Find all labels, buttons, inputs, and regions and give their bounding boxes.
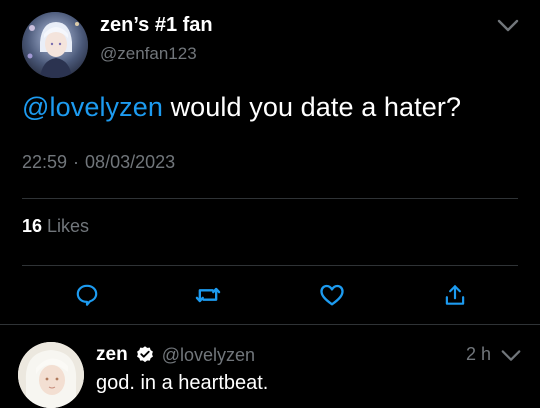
chevron-down-icon[interactable]: [500, 345, 522, 367]
share-icon: [445, 285, 465, 305]
mention-link[interactable]: @lovelyzen: [22, 92, 163, 122]
likes-label: Likes: [47, 216, 90, 236]
main-tweet: zen’s #1 fan @zenfan123 @lovelyzen would…: [0, 0, 540, 324]
comment-icon: [76, 284, 98, 306]
divider: [22, 198, 518, 199]
tweet-body: would you date a hater?: [162, 92, 462, 122]
author-display-name[interactable]: zen’s #1 fan: [100, 14, 213, 37]
meta-separator: ·: [73, 152, 80, 172]
tweet-text: @lovelyzen would you date a hater?: [22, 92, 461, 123]
verified-badge-icon: [136, 346, 153, 363]
divider: [22, 265, 518, 266]
reply-handle[interactable]: @lovelyzen: [162, 345, 255, 366]
likes-link[interactable]: 16 Likes: [22, 216, 89, 237]
reply-timestamp[interactable]: 2 h: [466, 344, 491, 365]
reply-button[interactable]: [73, 281, 101, 309]
like-button[interactable]: [318, 281, 346, 309]
retweet-icon: [195, 287, 221, 303]
reply-display-name[interactable]: zen: [96, 344, 128, 366]
author-handle[interactable]: @zenfan123: [100, 44, 197, 64]
reply-avatar[interactable]: [18, 342, 84, 408]
likes-count: 16: [22, 216, 43, 236]
reply-text: god. in a heartbeat.: [96, 372, 269, 394]
retweet-button[interactable]: [194, 281, 222, 309]
tweet-separator: [0, 324, 540, 325]
chevron-down-icon[interactable]: [496, 14, 520, 38]
tweet-time: 22:59: [22, 152, 68, 172]
heart-icon: [320, 284, 344, 306]
share-button[interactable]: [441, 281, 469, 309]
reply-header: zen @lovelyzen: [96, 344, 255, 366]
tweet-timestamp[interactable]: 22:59 · 08/03/2023: [22, 152, 175, 173]
author-avatar[interactable]: [22, 12, 88, 78]
tweet-date: 08/03/2023: [85, 152, 176, 172]
